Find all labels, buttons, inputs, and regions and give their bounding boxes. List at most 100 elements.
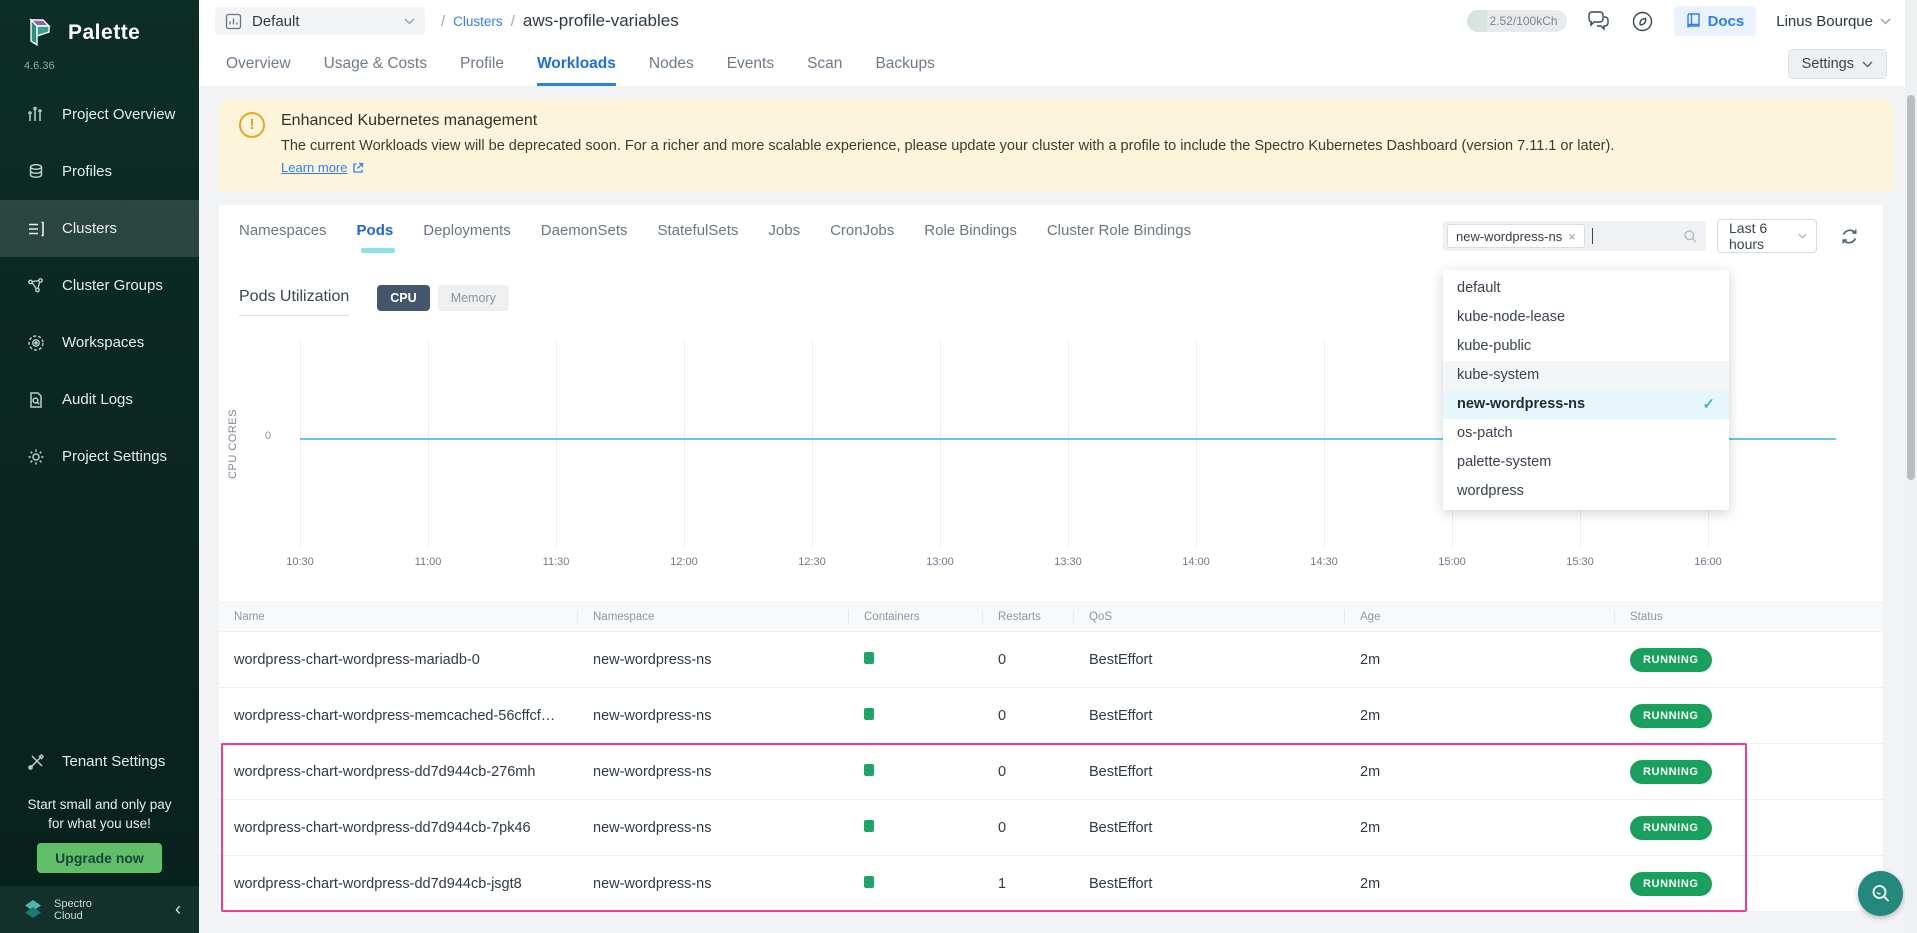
chat-icon[interactable]	[1587, 10, 1611, 32]
top-bar: Default / Clusters / aws-profile-variabl…	[199, 0, 1917, 42]
cluster-groups-icon	[26, 276, 46, 296]
dropdown-option-selected[interactable]: new-wordpress-ns ✓	[1443, 390, 1729, 419]
status-badge: RUNNING	[1630, 648, 1712, 672]
x-axis-labels: 10:30 11:00 11:30 12:00 12:30 13:00 13:3…	[219, 548, 1883, 572]
project-settings-icon	[26, 447, 46, 467]
banner-body: The current Workloads view will be depre…	[281, 138, 1873, 154]
dropdown-option[interactable]: kube-node-lease	[1443, 303, 1729, 332]
app-version: 4.6.36	[0, 50, 199, 72]
sidebar-item-project-settings[interactable]: Project Settings	[0, 428, 199, 485]
pod-name: wordpress-chart-wordpress-dd7d944cb-276m…	[219, 764, 578, 780]
learn-more-link[interactable]: Learn more	[281, 160, 364, 175]
project-selector[interactable]: Default	[215, 7, 425, 35]
spectro-cloud-logo-icon	[22, 899, 44, 921]
status-badge: RUNNING	[1630, 760, 1712, 784]
tab-scan[interactable]: Scan	[807, 42, 842, 86]
sidebar-item-project-overview[interactable]: Project Overview	[0, 86, 199, 143]
project-selector-value: Default	[252, 13, 394, 30]
scrollbar-thumb[interactable]	[1907, 95, 1915, 480]
sidebar-item-workspaces[interactable]: Workspaces	[0, 314, 199, 371]
sidebar-item-cluster-groups[interactable]: Cluster Groups	[0, 257, 199, 314]
vertical-scrollbar[interactable]	[1905, 0, 1917, 933]
sidebar-item-audit-logs[interactable]: Audit Logs	[0, 371, 199, 428]
table-row[interactable]: wordpress-chart-wordpress-memcached-56cf…	[219, 688, 1883, 744]
remove-tag-icon[interactable]: ×	[1568, 229, 1576, 244]
user-name: Linus Bourque	[1776, 13, 1873, 30]
user-menu[interactable]: Linus Bourque	[1776, 13, 1891, 30]
subtab-role-bindings[interactable]: Role Bindings	[924, 205, 1017, 257]
subtab-deployments[interactable]: Deployments	[423, 205, 511, 257]
breadcrumb: / Clusters / aws-profile-variables	[441, 11, 679, 31]
dropdown-option[interactable]: wordpress	[1443, 477, 1729, 506]
subtab-daemonsets[interactable]: DaemonSets	[541, 205, 628, 257]
pod-name: wordpress-chart-wordpress-dd7d944cb-jsgt…	[219, 876, 578, 892]
section-title: Pods Utilization	[239, 288, 349, 308]
y-axis-label: CPU CORES	[227, 409, 239, 479]
subtab-statefulsets[interactable]: StatefulSets	[658, 205, 739, 257]
cluster-tabs: Overview Usage & Costs Profile Workloads…	[199, 42, 1917, 86]
promo-text-line1: Start small and only pay	[0, 795, 199, 814]
upgrade-now-button[interactable]: Upgrade now	[37, 843, 162, 873]
tab-profile[interactable]: Profile	[460, 42, 504, 86]
sidebar-collapse-button[interactable]: ‹	[175, 899, 181, 920]
status-badge: RUNNING	[1630, 872, 1712, 896]
time-range-select[interactable]: Last 6 hours	[1717, 219, 1817, 253]
table-row[interactable]: wordpress-chart-wordpress-dd7d944cb-jsgt…	[219, 856, 1883, 912]
sidebar-item-tenant-settings[interactable]: Tenant Settings	[0, 733, 199, 790]
tab-backups[interactable]: Backups	[875, 42, 934, 86]
cpu-toggle-button[interactable]: CPU	[377, 285, 429, 311]
pod-name: wordpress-chart-wordpress-mariadb-0	[219, 652, 578, 668]
container-status-square	[864, 764, 874, 776]
memory-toggle-button[interactable]: Memory	[438, 285, 509, 311]
dropdown-option[interactable]: kube-system	[1443, 361, 1729, 390]
promo-text-line2: for what you use!	[0, 814, 199, 833]
dropdown-option[interactable]: palette-system	[1443, 448, 1729, 477]
pod-name: wordpress-chart-wordpress-dd7d944cb-7pk4…	[219, 820, 578, 836]
sidebar: Palette 4.6.36 Project Overview Profiles…	[0, 0, 199, 933]
workspaces-icon	[26, 333, 46, 353]
namespace-tag-chip: new-wordpress-ns ×	[1447, 224, 1585, 248]
help-compass-icon[interactable]	[1631, 10, 1654, 33]
table-row[interactable]: wordpress-chart-wordpress-dd7d944cb-7pk4…	[219, 800, 1883, 856]
audit-logs-icon	[26, 390, 46, 410]
support-launcher-button[interactable]	[1858, 871, 1903, 916]
tab-events[interactable]: Events	[727, 42, 774, 86]
subtab-cluster-role-bindings[interactable]: Cluster Role Bindings	[1047, 205, 1191, 257]
namespace-dropdown-menu: default kube-node-lease kube-public kube…	[1443, 270, 1729, 510]
subtab-jobs[interactable]: Jobs	[768, 205, 800, 257]
banner-title: Enhanced Kubernetes management	[281, 112, 1873, 130]
book-icon	[1686, 13, 1701, 29]
subtab-cronjobs[interactable]: CronJobs	[830, 205, 894, 257]
main-content: ! Enhanced Kubernetes management The cur…	[199, 86, 1917, 933]
docs-button[interactable]: Docs	[1674, 6, 1757, 36]
breadcrumb-clusters-link[interactable]: Clusters	[453, 14, 503, 29]
sidebar-footer: Spectro Cloud ‹	[0, 886, 199, 933]
search-icon	[1683, 229, 1698, 244]
dropdown-option[interactable]: kube-public	[1443, 332, 1729, 361]
tab-workloads[interactable]: Workloads	[537, 42, 616, 86]
tab-usage-costs[interactable]: Usage & Costs	[324, 42, 427, 86]
dropdown-option[interactable]: default	[1443, 274, 1729, 303]
chevron-down-icon	[1880, 18, 1891, 25]
magnifier-smile-icon	[1869, 882, 1893, 906]
namespace-filter-input[interactable]: new-wordpress-ns ×	[1443, 221, 1706, 251]
subtab-namespaces[interactable]: Namespaces	[239, 205, 327, 257]
project-chart-icon	[225, 13, 242, 30]
warning-icon: !	[239, 112, 265, 138]
y-axis-tick: 0	[265, 430, 271, 442]
status-badge: RUNNING	[1630, 704, 1712, 728]
sidebar-item-clusters[interactable]: Clusters	[0, 200, 199, 257]
dropdown-option[interactable]: os-patch	[1443, 419, 1729, 448]
settings-button[interactable]: Settings	[1788, 49, 1887, 79]
sidebar-item-profiles[interactable]: Profiles	[0, 143, 199, 200]
tab-overview[interactable]: Overview	[226, 42, 291, 86]
table-row[interactable]: wordpress-chart-wordpress-mariadb-0 new-…	[219, 632, 1883, 688]
refresh-icon[interactable]	[1840, 227, 1859, 246]
sidebar-nav: Project Overview Profiles Clusters Clust…	[0, 86, 199, 485]
brand-logo-row[interactable]: Palette	[0, 0, 199, 50]
container-status-square	[864, 820, 874, 832]
table-row[interactable]: wordpress-chart-wordpress-dd7d944cb-276m…	[219, 744, 1883, 800]
tab-nodes[interactable]: Nodes	[649, 42, 694, 86]
subtab-pods[interactable]: Pods	[357, 205, 394, 257]
usage-fill-bar	[1467, 10, 1487, 32]
